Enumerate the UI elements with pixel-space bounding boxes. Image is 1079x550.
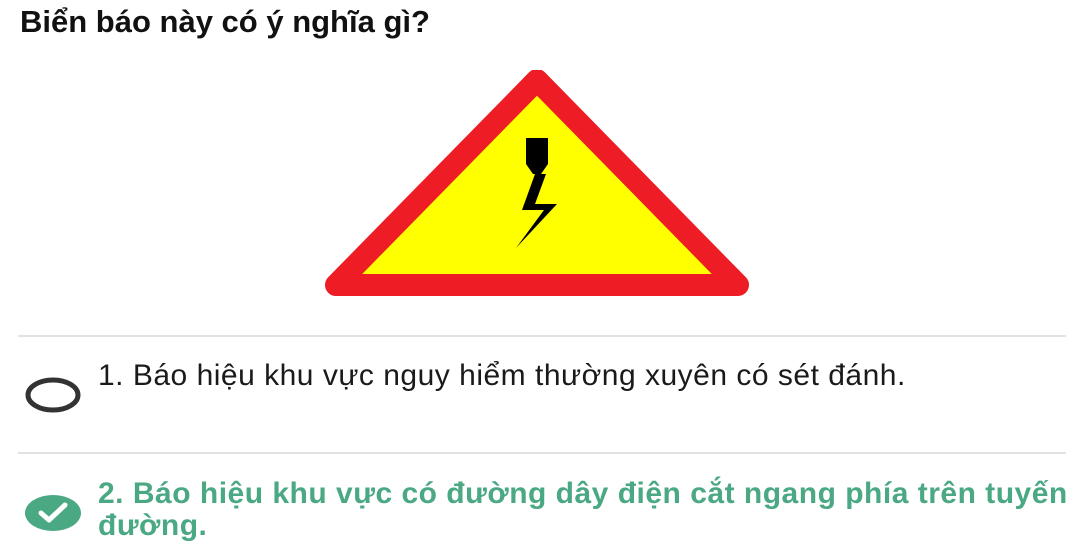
- radio-unchecked-icon[interactable]: [24, 376, 82, 414]
- answer-option-1-text: 1. Báo hiệu khu vực nguy hiểm thường xuy…: [98, 359, 906, 392]
- divider: [18, 452, 1066, 454]
- question-title: Biển báo này có ý nghĩa gì?: [20, 4, 430, 39]
- warning-sign-image: [322, 69, 752, 302]
- answer-option-2[interactable]: 2. Báo hiệu khu vực có đường dây điện cắ…: [20, 478, 1070, 548]
- answer-option-2-text: 2. Báo hiệu khu vực có đường dây điện cắ…: [98, 477, 1068, 542]
- divider: [18, 335, 1066, 337]
- check-circle-icon[interactable]: [24, 494, 82, 532]
- answer-option-1[interactable]: 1. Báo hiệu khu vực nguy hiểm thường xuy…: [20, 360, 1070, 440]
- high-voltage-sign-icon: [325, 69, 749, 296]
